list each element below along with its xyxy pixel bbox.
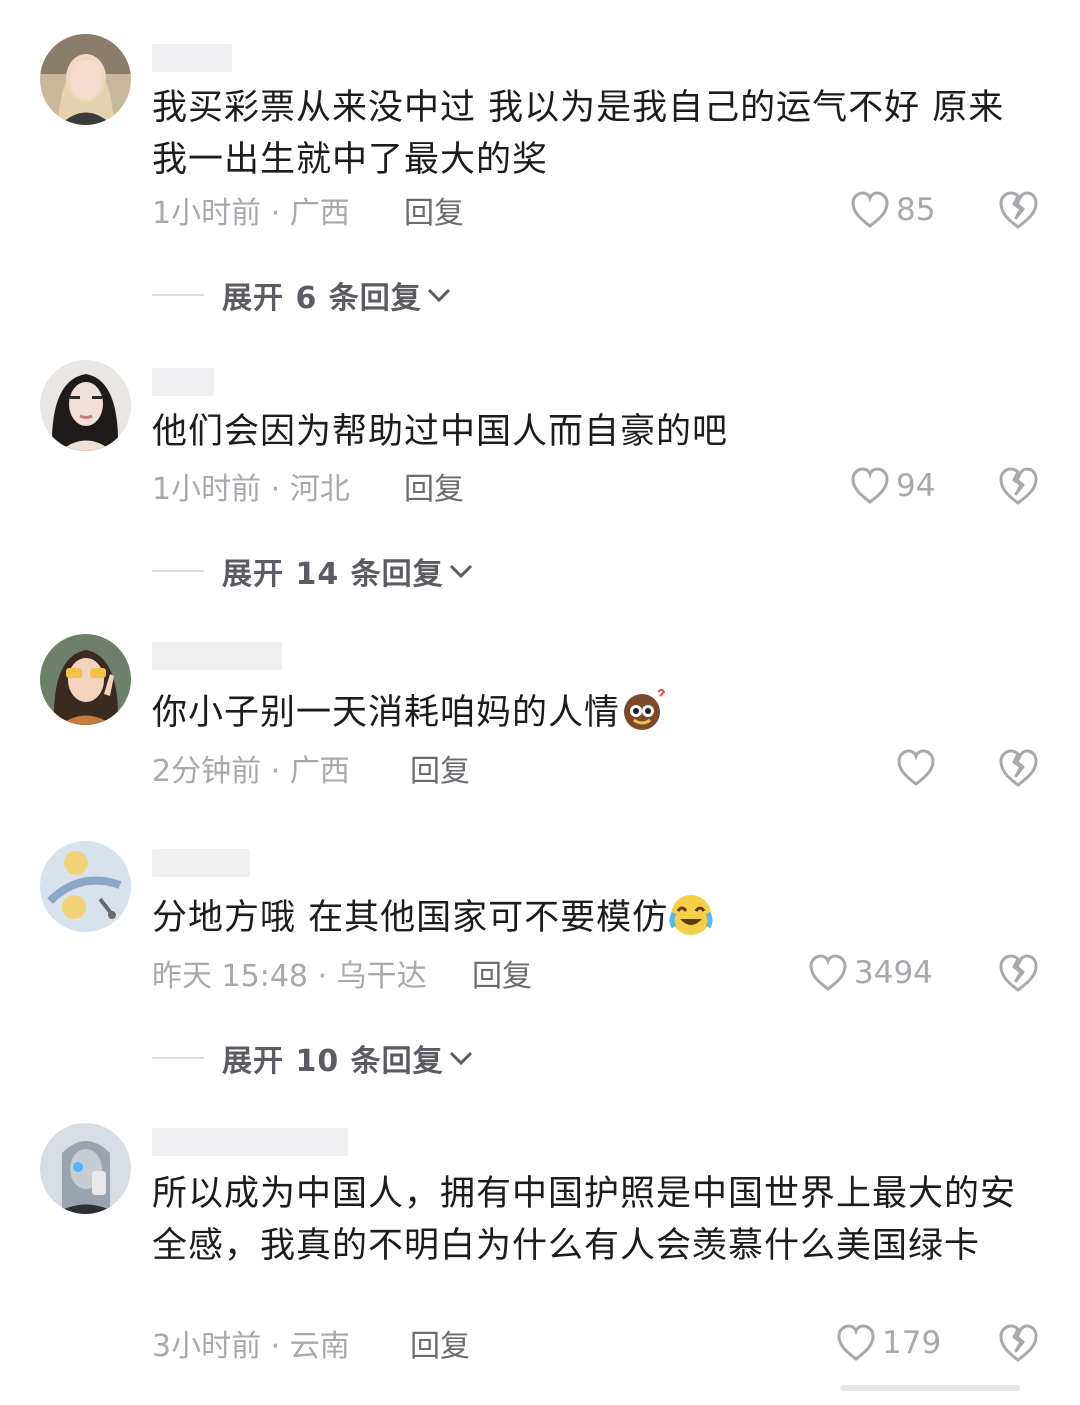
watermark-bar — [840, 1385, 1020, 1391]
like-count: 179 — [882, 1325, 942, 1361]
avatar-image — [40, 1123, 131, 1214]
broken-heart-icon — [999, 1324, 1038, 1362]
dislike-button[interactable] — [994, 950, 1042, 996]
divider — [152, 1057, 204, 1059]
comment-text-row: 你小子别一天消耗咱妈的人情 — [152, 686, 1032, 739]
dislike-button[interactable] — [994, 745, 1042, 791]
username-placeholder[interactable] — [152, 849, 250, 877]
like-count: 85 — [896, 192, 936, 228]
like-button[interactable]: 3494 — [808, 950, 933, 996]
comment-text: 我买彩票从来没中过 我以为是我自己的运气不好 原来我一出生就中了最大的奖 — [152, 88, 1005, 180]
comment-time-location: 1小时前 · 广西 — [152, 196, 350, 231]
expand-replies-label: 展开 14 条回复 — [222, 557, 444, 592]
reply-button[interactable]: 回复 — [404, 187, 464, 233]
reply-button[interactable]: 回复 — [410, 745, 470, 791]
broken-heart-icon — [999, 954, 1038, 992]
comment-time-location: 1小时前 · 河北 — [152, 472, 350, 507]
comment-time-location: 2分钟前 · 广西 — [152, 754, 350, 789]
broken-heart-icon — [999, 749, 1038, 787]
expand-replies-button[interactable]: 展开 6 条回复 — [152, 270, 452, 320]
avatar-image — [40, 634, 131, 725]
comment-text: 你小子别一天消耗咱妈的人情 — [152, 693, 621, 733]
comment-text-row: 分地方哦 在其他国家可不要模仿 — [152, 891, 1032, 944]
username-placeholder[interactable] — [152, 44, 232, 72]
username-placeholder[interactable] — [152, 1128, 348, 1156]
dislike-button[interactable] — [994, 1320, 1042, 1366]
reply-button[interactable]: 回复 — [472, 950, 532, 996]
broken-heart-icon — [999, 191, 1038, 229]
dislike-button[interactable] — [994, 187, 1042, 233]
broken-heart-icon — [999, 467, 1038, 505]
sweating-emoji-icon — [624, 689, 666, 730]
reply-button[interactable]: 回复 — [404, 463, 464, 509]
dislike-button[interactable] — [994, 463, 1042, 509]
heart-outline-icon — [837, 1324, 875, 1361]
expand-replies-label: 展开 6 条回复 — [222, 281, 422, 316]
expand-replies-button[interactable]: 展开 14 条回复 — [152, 546, 474, 596]
avatar[interactable] — [40, 634, 131, 725]
crying-laughing-emoji-icon — [669, 895, 713, 935]
reply-button[interactable]: 回复 — [410, 1320, 470, 1366]
like-count: 94 — [896, 468, 936, 504]
chevron-down-icon — [449, 564, 472, 579]
divider — [152, 570, 204, 572]
like-button[interactable] — [896, 745, 942, 791]
chevron-down-icon — [427, 288, 450, 303]
avatar[interactable] — [40, 841, 131, 932]
like-button[interactable]: 94 — [850, 463, 935, 509]
chevron-down-icon — [449, 1051, 472, 1066]
username-placeholder[interactable] — [152, 642, 282, 670]
divider — [152, 294, 204, 296]
heart-outline-icon — [851, 191, 889, 228]
heart-outline-icon — [851, 467, 889, 504]
comment-text: 他们会因为帮助过中国人而自豪的吧 — [152, 412, 729, 452]
like-count: 3494 — [854, 955, 933, 991]
like-button[interactable]: 85 — [850, 187, 935, 233]
expand-replies-button[interactable]: 展开 10 条回复 — [152, 1033, 474, 1083]
comment-text: 分地方哦 在其他国家可不要模仿 — [152, 898, 669, 938]
username-placeholder[interactable] — [152, 368, 214, 396]
avatar[interactable] — [40, 360, 131, 451]
avatar-image — [40, 34, 131, 125]
avatar-image — [40, 841, 131, 932]
avatar-image — [40, 360, 131, 451]
heart-outline-icon — [897, 749, 935, 786]
comment-text: 所以成为中国人，拥有中国护照是中国世界上最大的安全感，我真的不明白为什么有人会羡… — [152, 1174, 1017, 1266]
comment-time-location: 3小时前 · 云南 — [152, 1329, 350, 1364]
heart-outline-icon — [809, 954, 847, 991]
avatar[interactable] — [40, 34, 131, 125]
avatar[interactable] — [40, 1123, 131, 1214]
comment-time-location: 昨天 15:48 · 乌干达 — [152, 959, 427, 994]
like-button[interactable]: 179 — [836, 1320, 941, 1366]
expand-replies-label: 展开 10 条回复 — [222, 1044, 444, 1079]
